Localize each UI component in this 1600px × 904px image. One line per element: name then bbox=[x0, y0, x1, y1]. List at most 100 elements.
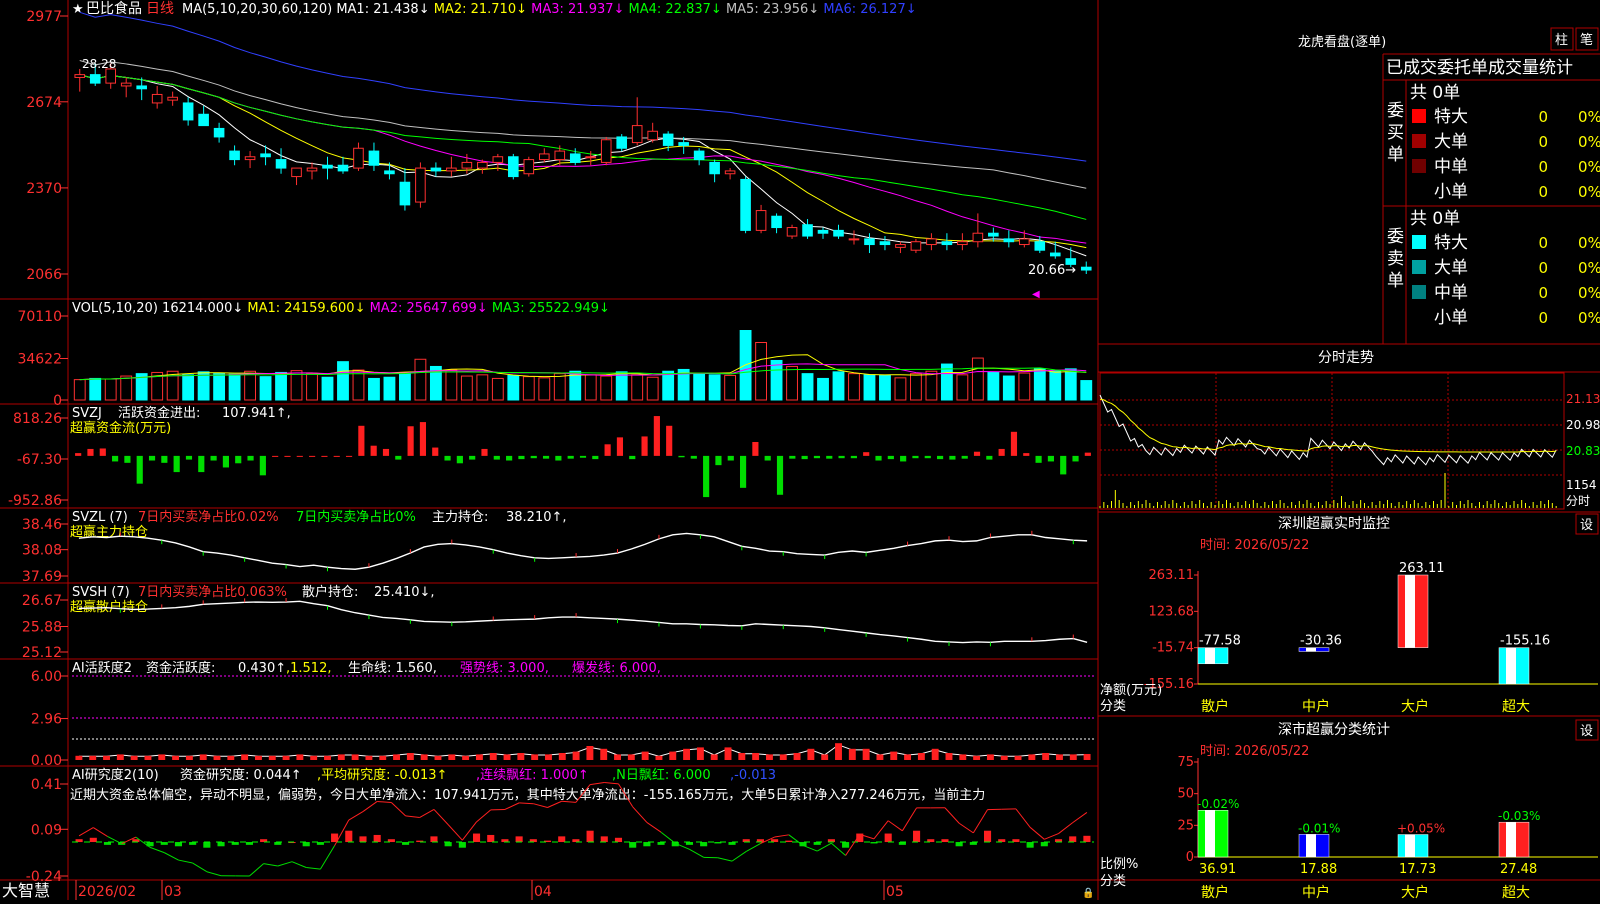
svzl-y-tick-label: 38.08 bbox=[22, 543, 62, 559]
research-line-seg bbox=[349, 812, 363, 820]
ai1-bar bbox=[642, 752, 649, 760]
stats-panel: 深市超赢分类统计 设 时间: 2026/05/22 755025036.91-0… bbox=[1100, 720, 1598, 900]
ai1-bar bbox=[241, 754, 248, 760]
ai1-bar bbox=[186, 756, 193, 760]
research-line-seg bbox=[178, 860, 192, 863]
research-line-seg bbox=[732, 851, 746, 861]
ai2-y-axis: 0.410.09-0.24 bbox=[26, 777, 68, 885]
svzj-bar bbox=[198, 456, 204, 472]
candle-body bbox=[524, 160, 534, 174]
intraday-vol-sub: 分时 bbox=[1566, 494, 1590, 508]
vol-bar bbox=[415, 359, 426, 400]
vol-bar bbox=[307, 374, 318, 400]
candle-body bbox=[648, 131, 658, 139]
ai2-bar bbox=[359, 836, 366, 842]
monitor-settings-button[interactable]: 设 bbox=[1580, 518, 1593, 533]
ai1-bar bbox=[807, 749, 814, 760]
svzj-y-axis: 818.26-67.30-952.86 bbox=[8, 411, 68, 509]
vol-bar bbox=[245, 371, 256, 400]
brand-logo: 大智慧 bbox=[2, 881, 50, 900]
svzl-value: 38.210↑, bbox=[506, 510, 567, 525]
svzj-bar bbox=[1036, 456, 1042, 463]
ai1-bar bbox=[904, 754, 911, 760]
stats-chart-change-label: -0.03% bbox=[1498, 809, 1540, 823]
high-annotation: 28.28 bbox=[82, 57, 116, 71]
lock-icon[interactable]: 🔒 bbox=[1082, 887, 1094, 899]
research-line-seg bbox=[434, 809, 448, 824]
vol-bar bbox=[400, 373, 411, 400]
ai2-bar bbox=[445, 842, 452, 846]
svzj-bar bbox=[617, 437, 623, 456]
ai2-bar bbox=[984, 831, 991, 842]
ai1-bar bbox=[517, 753, 524, 760]
svzj-bar bbox=[358, 426, 364, 456]
star-icon: ★ bbox=[72, 2, 84, 17]
tab-bars[interactable]: 柱 bbox=[1555, 33, 1568, 48]
candle-body bbox=[539, 154, 549, 160]
stats-settings-button[interactable]: 设 bbox=[1580, 724, 1593, 739]
svzj-bar bbox=[592, 456, 598, 459]
vol-y-axis: 70110346220 bbox=[17, 309, 68, 409]
ai1-bar bbox=[1028, 754, 1035, 760]
ai1-y-tick-label: 6.00 bbox=[31, 669, 62, 685]
candle-body bbox=[710, 162, 720, 173]
ai2-bar bbox=[601, 836, 608, 842]
candle-body bbox=[679, 143, 689, 146]
candle-body bbox=[369, 151, 379, 165]
ai2-bar bbox=[1041, 842, 1048, 846]
research-line-seg bbox=[278, 862, 292, 866]
ai1-extra-3: 强势线: 3.000, bbox=[460, 660, 549, 676]
legend-swatch bbox=[1412, 235, 1426, 249]
main-y-tick-label: 2977 bbox=[26, 9, 62, 25]
research-line-seg bbox=[973, 810, 987, 833]
ai1-bar bbox=[628, 754, 635, 760]
candle-body bbox=[261, 154, 271, 157]
tab-ticks[interactable]: 笔 bbox=[1580, 32, 1593, 48]
svzj-bar bbox=[100, 448, 106, 455]
ai1-y-tick-label: 2.96 bbox=[31, 712, 62, 728]
svzj-bar bbox=[481, 449, 487, 456]
row-pct: 0% bbox=[1578, 183, 1600, 201]
svzj-bar bbox=[851, 456, 857, 458]
vol-bar bbox=[585, 375, 596, 400]
svzj-bar bbox=[802, 456, 808, 459]
svzl-y-tick-label: 37.69 bbox=[22, 569, 62, 585]
candle-body bbox=[230, 151, 240, 159]
ai1-bar bbox=[365, 756, 372, 760]
candle-body bbox=[803, 225, 813, 236]
ai1-bar bbox=[959, 754, 966, 760]
candle-body bbox=[849, 239, 859, 240]
stock-name[interactable]: 巴比食品 bbox=[86, 0, 142, 17]
vol-bar bbox=[787, 366, 798, 400]
chart-canvas[interactable]: ★ 巴比食品 日线 MA(5,10,20,30,60,120) MA1: 21.… bbox=[0, 0, 1600, 900]
period-label[interactable]: 日线 bbox=[146, 1, 174, 17]
stats-chart-change-label: +0.05% bbox=[1397, 822, 1445, 836]
svzj-bar bbox=[678, 456, 684, 457]
ai2-bar bbox=[345, 831, 352, 842]
svzj-bar bbox=[124, 456, 130, 463]
svzj-bar bbox=[629, 456, 635, 459]
ai2-bar bbox=[303, 842, 310, 846]
candle-body bbox=[447, 168, 457, 171]
ai2-bar bbox=[842, 842, 849, 848]
research-line-seg bbox=[164, 853, 178, 860]
vol-bar bbox=[461, 376, 472, 400]
ai1-bar bbox=[296, 754, 303, 760]
ai1-bar bbox=[200, 754, 207, 760]
svzj-bar bbox=[174, 456, 180, 472]
vol-bar bbox=[725, 375, 736, 400]
vol-bar bbox=[183, 375, 194, 400]
svzj-bar bbox=[937, 456, 943, 459]
svzj-bar bbox=[986, 456, 992, 460]
ai1-bar bbox=[614, 754, 621, 760]
ai1-bar bbox=[656, 756, 663, 760]
svzl-y-axis: 38.4638.0837.69 bbox=[22, 517, 68, 585]
candle-body bbox=[570, 154, 580, 162]
ai1-bar bbox=[849, 749, 856, 760]
ai1-bar bbox=[973, 756, 980, 760]
sell-side-label: 委卖单 bbox=[1387, 227, 1404, 291]
vol-y-tick-label: 70110 bbox=[17, 309, 62, 325]
candle-body bbox=[276, 160, 286, 168]
stats-chart-value-label: 17.73 bbox=[1399, 862, 1436, 877]
svzj-bar bbox=[531, 456, 537, 458]
